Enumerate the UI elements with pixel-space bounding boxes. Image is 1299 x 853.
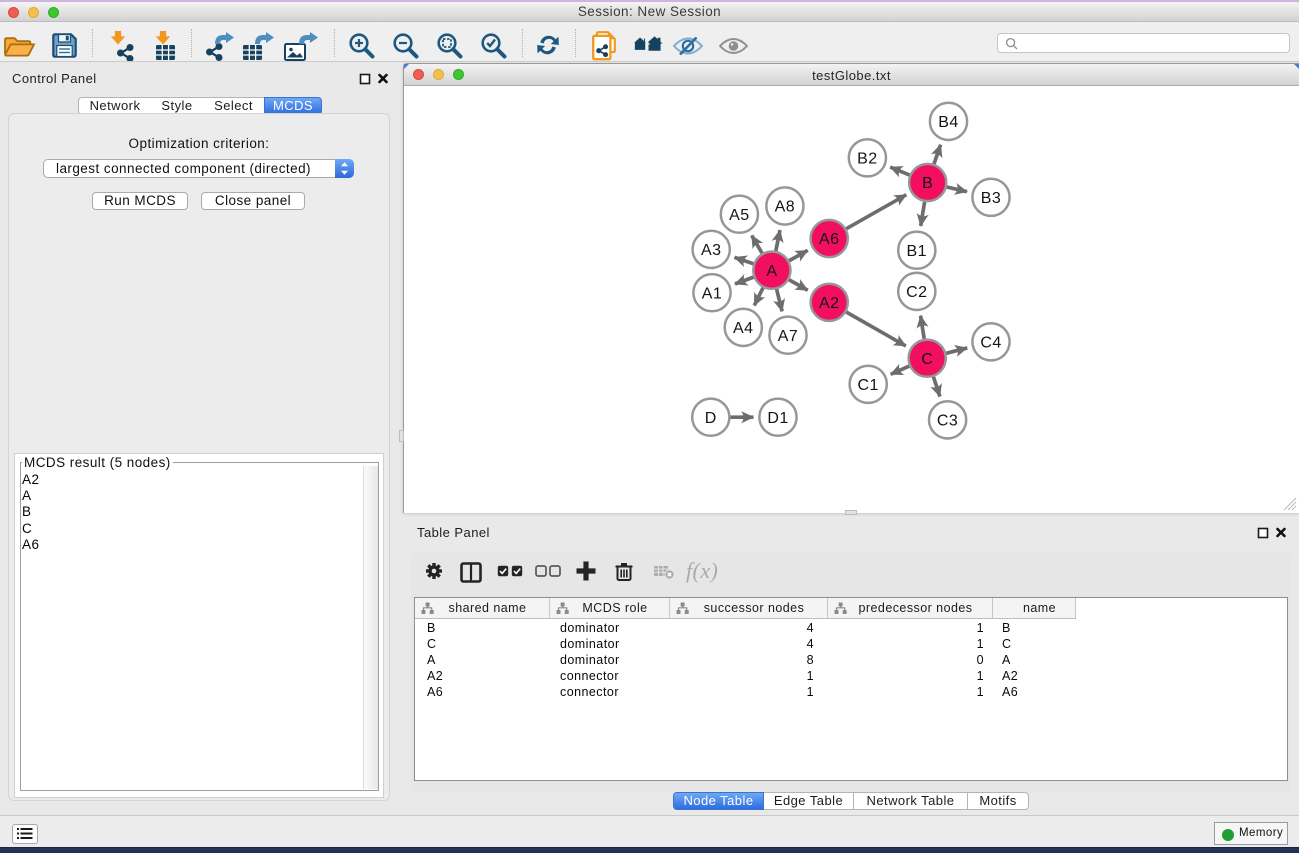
svg-text:A4: A4: [733, 320, 753, 337]
svg-text:A3: A3: [701, 242, 721, 259]
svg-text:C: C: [921, 351, 933, 368]
svg-text:B1: B1: [907, 243, 927, 260]
svg-text:A8: A8: [775, 199, 795, 216]
svg-text:B3: B3: [981, 190, 1001, 207]
svg-text:B4: B4: [938, 114, 958, 131]
svg-text:A1: A1: [702, 285, 722, 302]
svg-text:B2: B2: [857, 150, 877, 167]
svg-text:D: D: [705, 410, 717, 427]
svg-text:C3: C3: [937, 413, 958, 430]
svg-text:B: B: [922, 175, 933, 192]
svg-text:A7: A7: [778, 328, 798, 345]
svg-text:A5: A5: [729, 207, 749, 224]
svg-text:A6: A6: [819, 231, 839, 248]
svg-text:A: A: [766, 263, 777, 280]
svg-text:C4: C4: [980, 334, 1001, 351]
svg-text:C1: C1: [858, 377, 879, 394]
svg-text:D1: D1: [767, 410, 788, 427]
svg-text:C2: C2: [906, 284, 927, 301]
svg-text:A2: A2: [819, 295, 839, 312]
